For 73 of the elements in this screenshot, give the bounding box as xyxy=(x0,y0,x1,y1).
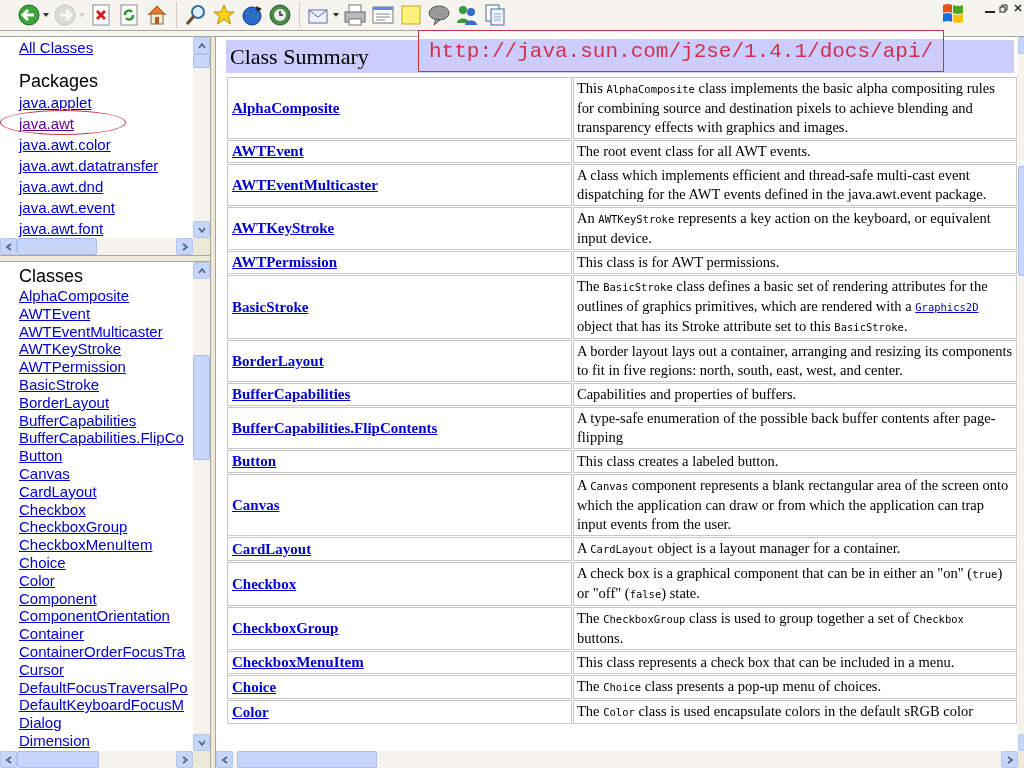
class-description: A check box is a graphical component that can be in either an "on" (true) or "off" (false) state. xyxy=(577,565,1003,601)
packages-heading: Packages xyxy=(19,71,99,91)
class-description: This class is for AWT permissions. xyxy=(577,254,780,270)
class-link[interactable]: BufferCapabilities xyxy=(19,411,137,430)
class-link[interactable]: AWTEvent xyxy=(19,304,91,323)
class-description: This class creates a labeled button. xyxy=(577,453,779,469)
class-link[interactable]: AWTPermission xyxy=(19,358,126,376)
class-link[interactable]: Color xyxy=(19,571,55,590)
class-link[interactable]: Choice xyxy=(19,553,66,572)
class-description: A Canvas component represents a blank rectangular area of the screen onto which the application can draw or from which the application can trap input events from the user. xyxy=(577,477,1009,532)
class-link[interactable]: CardLayout xyxy=(19,482,97,501)
class-link[interactable]: Dimension xyxy=(19,731,90,750)
class-name-link[interactable]: Canvas xyxy=(232,496,280,513)
classes-heading: Classes xyxy=(19,266,84,286)
class-link[interactable]: Container xyxy=(19,625,85,643)
class-name-link[interactable]: BufferCapabilities xyxy=(232,386,351,402)
package-link[interactable]: java.applet xyxy=(19,93,92,112)
class-link[interactable]: BorderLayout xyxy=(19,393,110,412)
class-description: The root event class for all AWT events. xyxy=(577,143,811,159)
class-description: The CheckboxGroup class is used to group together a set of Checkbox buttons. xyxy=(577,610,964,646)
class-name-link[interactable]: Button xyxy=(232,453,277,469)
class-link[interactable]: Canvas xyxy=(19,464,70,483)
all-classes-link[interactable]: All Classes xyxy=(19,39,94,57)
class-name-link[interactable]: AWTPermission xyxy=(232,254,337,270)
package-link[interactable]: java.awt.datatransfer xyxy=(19,156,159,175)
class-link[interactable]: AWTKeyStroke xyxy=(19,340,121,359)
class-description: This AlphaComposite class implements the basic alpha compositing rules for combining source and destination pixels to achieve blending and transparency effects with graphics and images. xyxy=(577,80,995,135)
class-link[interactable]: ComponentOrientation xyxy=(19,607,170,626)
package-link[interactable]: java.awt.font xyxy=(19,219,104,238)
class-link[interactable]: DefaultKeyboardFocusM xyxy=(19,696,185,715)
class-link[interactable]: Button xyxy=(19,447,63,465)
class-link[interactable]: DefaultFocusTraversalPo xyxy=(19,678,188,697)
class-name-link[interactable]: BufferCapabilities.FlipContents xyxy=(232,419,438,436)
class-description: The Choice class presents a pop-up menu of choices. xyxy=(577,678,882,694)
class-name-link[interactable]: CardLayout xyxy=(232,540,312,557)
package-link[interactable]: java.awt.event xyxy=(19,198,115,217)
class-name-link[interactable]: CheckboxMenuItem xyxy=(232,654,364,670)
package-link[interactable]: java.awt.color xyxy=(19,135,111,154)
class-link[interactable]: Component xyxy=(19,589,97,608)
class-description: A type-safe enumeration of the possible back buffer contents after page-flipping xyxy=(577,410,996,445)
class-description: The BasicStroke class defines a basic set of rendering attributes for the outlines of graphics primitives, which are rendered with a Graphics2D object that has its Stroke attribute set to this BasicStroke. xyxy=(577,278,988,334)
package-link[interactable]: java.awt xyxy=(19,114,75,133)
class-name-link[interactable]: Choice xyxy=(232,678,277,695)
class-link[interactable]: AWTEventMulticaster xyxy=(19,322,163,341)
class-description: Capabilities and properties of buffers. xyxy=(577,386,797,402)
class-description: The Color class is used encapsulate colors in the default sRGB color xyxy=(577,703,974,719)
package-link[interactable]: java.awt.dnd xyxy=(19,177,104,196)
class-link[interactable]: BasicStroke xyxy=(19,376,100,394)
class-description: A border layout lays out a container, arranging and resizing its components to fit in five regions: north, south, east, west, and center. xyxy=(577,343,1013,378)
class-name-link[interactable]: BasicStroke xyxy=(232,298,309,315)
class-name-link[interactable]: AWTKeyStroke xyxy=(232,220,335,236)
class-description: A class which implements efficient and thread-safe multi-cast event dispatching for the AWT events defined in the java.awt.event package. xyxy=(577,167,987,202)
class-link[interactable]: Checkbox xyxy=(19,500,86,519)
class-description: A CardLayout object is a layout manager for a container. xyxy=(577,540,901,556)
class-name-link[interactable]: Checkbox xyxy=(232,575,297,592)
class-link[interactable]: Dialog xyxy=(19,714,62,732)
class-link[interactable]: CheckboxMenuItem xyxy=(19,536,153,554)
class-name-link[interactable]: CheckboxGroup xyxy=(232,620,339,636)
class-description: This class represents a check box that can be included in a menu. xyxy=(577,654,955,670)
class-link[interactable]: BufferCapabilities.FlipCo xyxy=(19,429,184,448)
class-name-link[interactable]: AlphaComposite xyxy=(232,99,340,116)
class-link[interactable]: ContainerOrderFocusTra xyxy=(19,642,186,661)
url-annotation: http://java.sun.com/j2se/1.4.1/docs/api/ xyxy=(418,30,944,72)
class-name-link[interactable]: Color xyxy=(232,703,269,720)
class-link[interactable]: AlphaComposite xyxy=(19,287,130,305)
class-name-link[interactable]: BorderLayout xyxy=(232,352,324,369)
class-name-link[interactable]: AWTEventMulticaster xyxy=(232,176,378,193)
class-description: An AWTKeyStroke represents a key action on the keyboard, or equivalent input device. xyxy=(577,210,991,246)
class-name-link[interactable]: AWTEvent xyxy=(232,143,304,159)
class-link[interactable]: Cursor xyxy=(19,660,64,679)
class-link[interactable]: CheckboxGroup xyxy=(19,518,128,537)
type-link[interactable]: Graphics2D xyxy=(915,301,979,313)
summary-title: Class Summary xyxy=(230,43,369,70)
